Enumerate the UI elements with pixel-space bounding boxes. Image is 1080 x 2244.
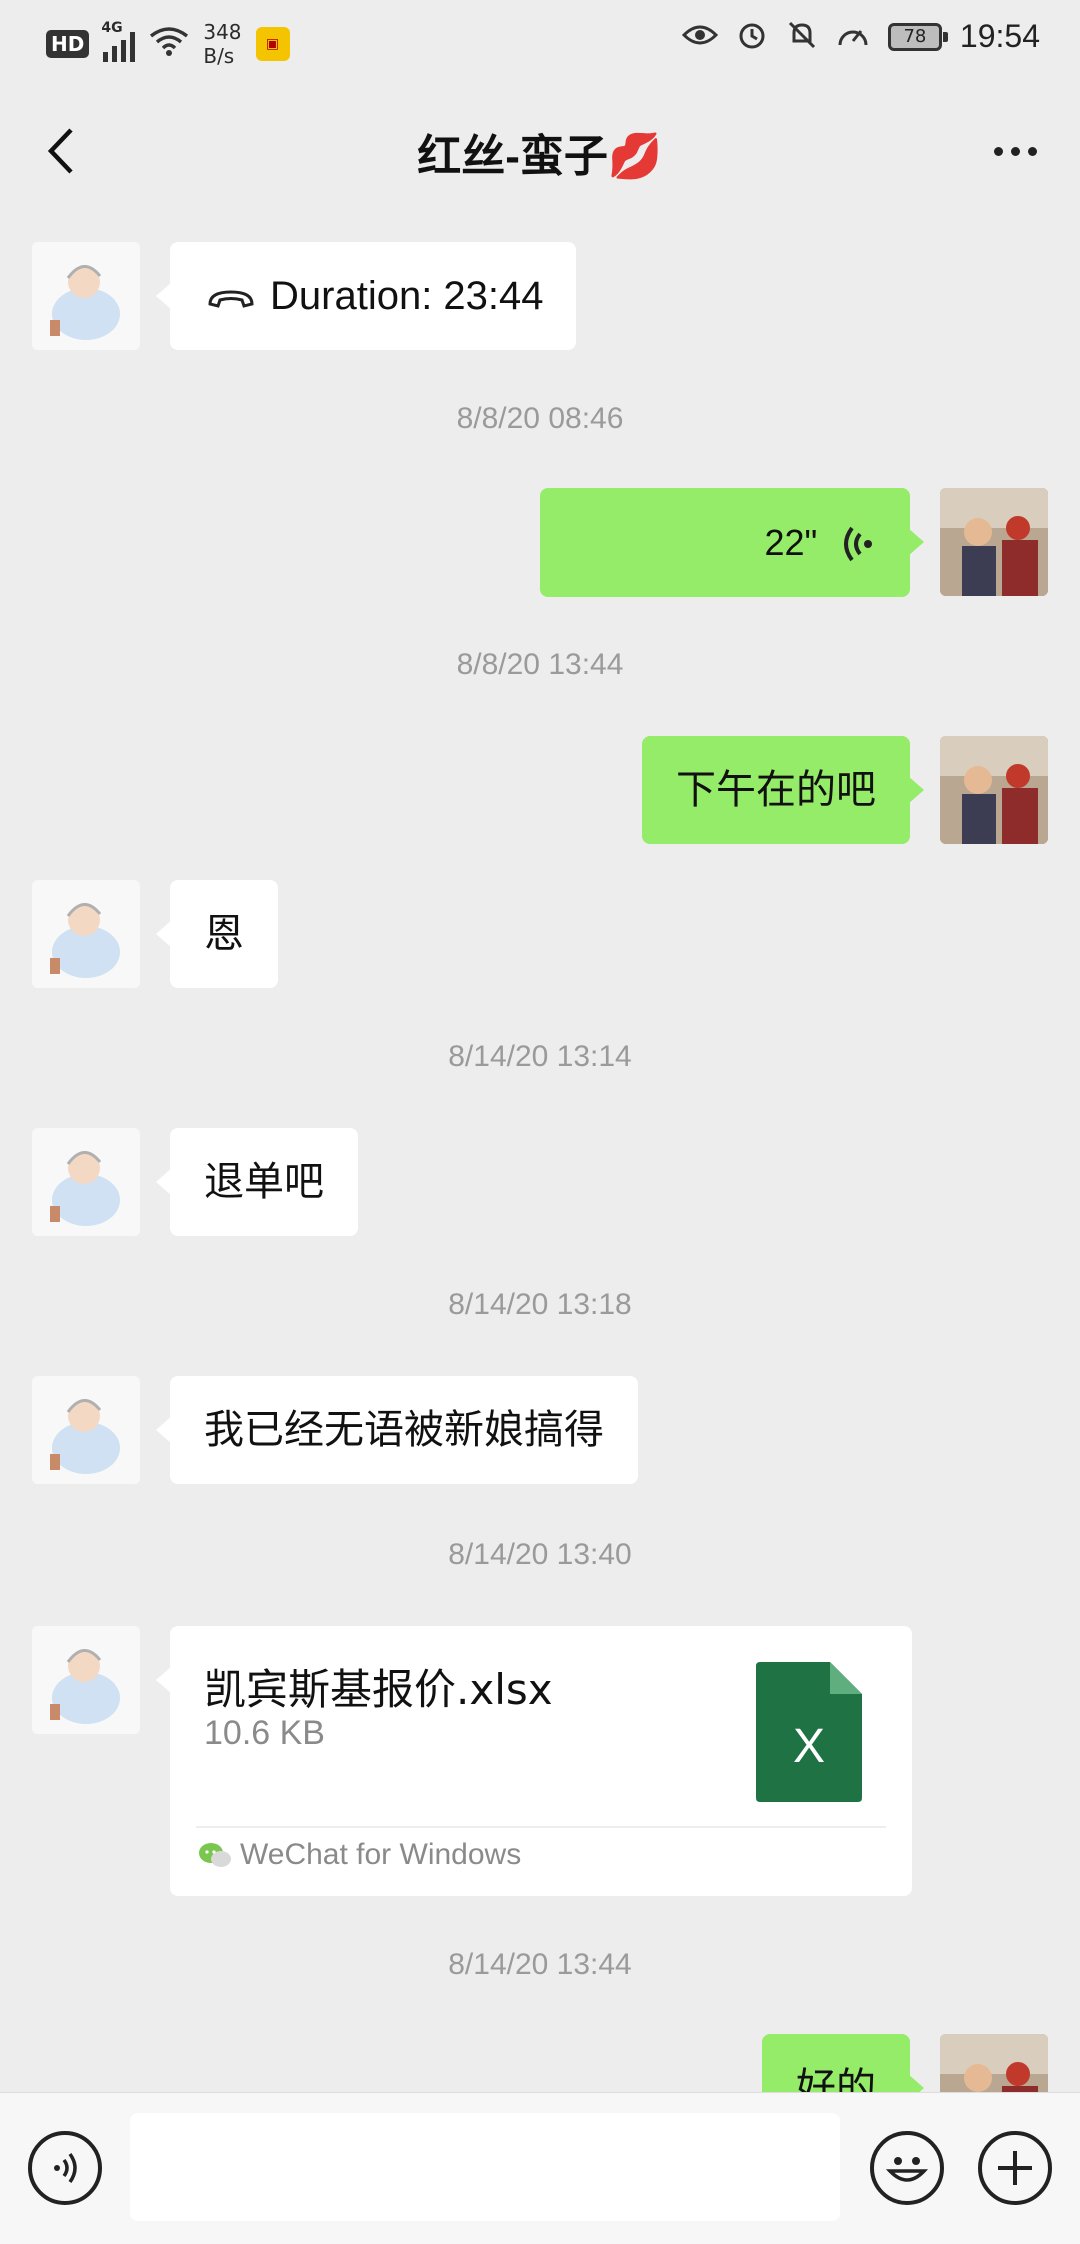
wifi-icon (149, 26, 189, 62)
more-functions-button[interactable] (978, 2131, 1052, 2205)
more-options-button[interactable] (980, 126, 1050, 176)
cell-signal-icon: 4G (101, 20, 136, 62)
emoji-icon (885, 2157, 929, 2182)
message-row: 凯宾斯基报价.xlsx 10.6 KB X WeChat for Windows (0, 1626, 1080, 1896)
message-text: 好的 (796, 2065, 876, 2092)
emoji-button[interactable] (870, 2131, 944, 2205)
battery-indicator: 78 (887, 22, 948, 51)
status-left: HD 4G 348 B/s ▣ (46, 20, 290, 68)
chat-input-bar (0, 2092, 1080, 2244)
message-list[interactable]: Duration: 23:44 8/8/20 08:46 22" 8/8/20 … (0, 216, 1080, 2092)
message-row: 22" (0, 488, 1080, 597)
more-dot (1027, 146, 1037, 156)
contact-avatar[interactable] (32, 1626, 140, 1734)
excel-icon-letter: X (793, 1720, 825, 1773)
clock: 19:54 (959, 18, 1040, 54)
voice-toggle-button[interactable] (28, 2131, 102, 2205)
message-row: 退单吧 (0, 1128, 1080, 1236)
mute-bell-icon (786, 19, 818, 55)
message-row: 下午在的吧 (0, 736, 1080, 844)
excel-file-icon: X (756, 1662, 862, 1802)
call-duration-text: Duration: 23:44 (270, 274, 544, 318)
back-button[interactable] (30, 116, 90, 186)
plus-icon (998, 2151, 1032, 2185)
speed-value: 348 (203, 20, 242, 44)
voice-duration: 22" (764, 522, 818, 563)
voice-toggle-icon (54, 2152, 77, 2184)
message-row: 恩 (0, 880, 1080, 988)
message-text: 恩 (204, 911, 244, 957)
chevron-left-icon (47, 128, 73, 174)
timestamp: 8/14/20 13:18 (448, 1288, 632, 1321)
eye-icon (681, 22, 719, 52)
chat-title: 红丝-蛮子💋 (417, 132, 663, 181)
more-dots-icon (993, 146, 1003, 156)
alarm-icon (736, 19, 768, 55)
message-row: 我已经无语被新娘搞得 (0, 1376, 1080, 1484)
status-bar: HD 4G 348 B/s ▣ 78 19:54 (0, 0, 1080, 86)
more-dot (1010, 146, 1020, 156)
file-message-card[interactable]: 凯宾斯基报价.xlsx 10.6 KB X WeChat for Windows (156, 1626, 912, 1896)
call-record-bubble[interactable]: Duration: 23:44 (156, 242, 576, 350)
network-speed: 348 B/s (203, 20, 241, 68)
timestamp: 8/14/20 13:14 (448, 1040, 632, 1073)
message-row: 好的 (0, 2034, 1080, 2092)
phone-hangup-icon (208, 290, 254, 308)
timestamp: 8/14/20 13:44 (448, 1948, 632, 1981)
message-text: 下午在的吧 (676, 767, 876, 813)
speedometer-icon (836, 19, 870, 55)
my-avatar[interactable] (940, 2034, 1048, 2092)
timestamp: 8/14/20 13:40 (448, 1538, 632, 1571)
message-row: Duration: 23:44 (0, 242, 1080, 350)
hd-badge: HD (46, 30, 90, 58)
status-right: 78 19:54 (681, 18, 1040, 55)
message-text: 我已经无语被新娘搞得 (204, 1407, 604, 1453)
chat-header: 红丝-蛮子💋 (0, 86, 1080, 216)
file-source-label: WeChat for Windows (240, 1838, 522, 1871)
wechat-logo-icon (198, 1842, 232, 1870)
speed-unit: B/s (203, 44, 235, 68)
network-type-label: 4G (101, 20, 123, 36)
file-size: 10.6 KB (204, 1714, 325, 1752)
app-notification-icon: ▣ (255, 27, 290, 61)
sent-message-bubble[interactable]: 好的 (762, 2034, 924, 2092)
my-avatar[interactable] (940, 488, 1048, 596)
contact-avatar[interactable] (32, 880, 140, 988)
received-message-bubble[interactable]: 我已经无语被新娘搞得 (156, 1376, 638, 1484)
chat-screen: HD 4G 348 B/s ▣ 78 19:54 红丝-蛮子💋 Duration… (0, 0, 1080, 2244)
my-avatar[interactable] (940, 736, 1048, 844)
received-message-bubble[interactable]: 退单吧 (156, 1128, 358, 1236)
timestamp: 8/8/20 08:46 (456, 402, 624, 435)
message-text: 退单吧 (204, 1159, 324, 1205)
file-name: 凯宾斯基报价.xlsx (204, 1665, 553, 1714)
received-message-bubble[interactable]: 恩 (156, 880, 278, 988)
voice-wave-icon (844, 526, 872, 562)
contact-avatar[interactable] (32, 242, 140, 350)
sent-message-bubble[interactable]: 下午在的吧 (642, 736, 924, 844)
voice-message-bubble[interactable]: 22" (540, 488, 924, 597)
file-card-divider (196, 1826, 886, 1828)
message-input[interactable] (130, 2113, 840, 2221)
contact-avatar[interactable] (32, 1376, 140, 1484)
timestamp: 8/8/20 13:44 (456, 648, 624, 681)
contact-avatar[interactable] (32, 1128, 140, 1236)
